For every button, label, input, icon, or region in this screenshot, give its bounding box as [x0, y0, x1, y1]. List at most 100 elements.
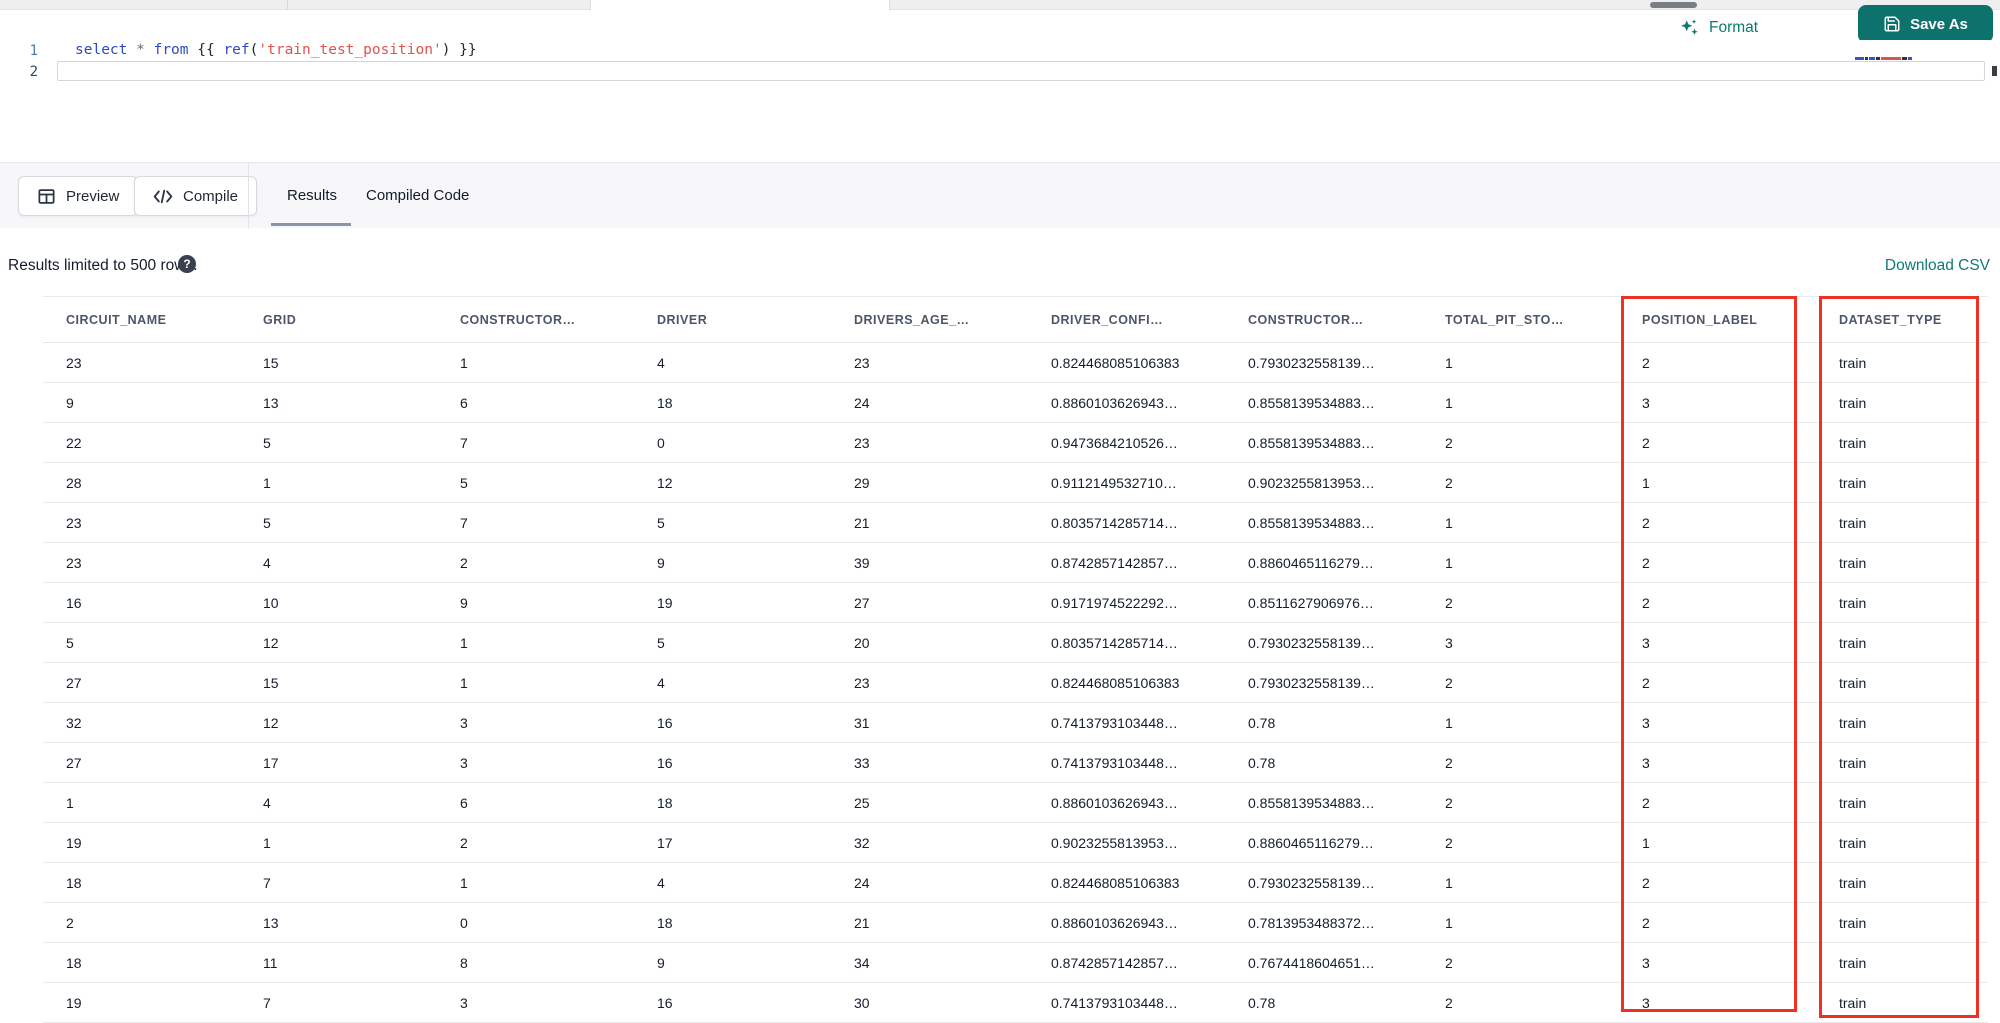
code-token: ref: [223, 42, 250, 58]
table-cell: 20: [831, 622, 1028, 663]
results-limit-note: Results limited to 500 rows.: [8, 257, 198, 274]
table-cell: 30: [831, 982, 1028, 1023]
table-cell: 10: [240, 582, 437, 623]
toolbar-divider: [248, 163, 249, 229]
table-cell: 5: [437, 462, 634, 503]
save-as-button[interactable]: Save As: [1858, 5, 1993, 43]
active-line-highlight: [57, 61, 1985, 81]
table-cell: 1: [1422, 542, 1619, 583]
table-cell: 3: [437, 742, 634, 783]
table-cell: 2: [1422, 942, 1619, 983]
table-row: 1 4 6 18 25 0.8860103626943… 0.8558139534883… 2…: [43, 782, 1988, 823]
tab-results[interactable]: Results: [287, 163, 337, 227]
code-line[interactable]: select * from {{ ref('train_test_positio…: [75, 42, 477, 58]
table-cell: 18: [43, 862, 240, 903]
table-cell: 16: [43, 582, 240, 623]
table-cell: 0: [634, 422, 831, 463]
table-cell: 0.7930232558139…: [1225, 342, 1422, 383]
code-token: 'train_test_position': [258, 42, 442, 58]
table-cell: 23: [831, 342, 1028, 383]
table-cell: 2: [1619, 902, 1816, 943]
help-icon[interactable]: ?: [178, 255, 196, 273]
active-file-tab[interactable]: [590, 0, 890, 10]
table-cell: 1: [1619, 822, 1816, 863]
line-number-2: 2: [29, 64, 38, 80]
table-cell: 7: [437, 422, 634, 463]
table-cell: 1: [437, 862, 634, 903]
table-cell: 0.824468085106383: [1028, 862, 1225, 903]
table-cell: 0.8860103626943…: [1028, 782, 1225, 823]
results-table-container: CIRCUIT_NAME GRID CONSTRUCTOR… DRIVER DRIVER…: [43, 296, 1988, 1023]
table-cell: 12: [634, 462, 831, 503]
column-header: CIRCUIT_NAME: [43, 296, 240, 343]
active-tab-indicator: [271, 223, 351, 226]
table-cell: 1: [1422, 382, 1619, 423]
table-cell: 2: [1422, 662, 1619, 703]
table-cell: 9: [634, 942, 831, 983]
table-cell: 31: [831, 702, 1028, 743]
table-cell: 0.7413793103448…: [1028, 982, 1225, 1023]
table-cell: 2: [1422, 582, 1619, 623]
table-cell: train: [1816, 582, 1988, 623]
table-cell: 1: [1422, 502, 1619, 543]
column-header: GRID: [240, 296, 437, 343]
tab-compiled-code[interactable]: Compiled Code: [366, 163, 469, 227]
table-cell: 16: [634, 982, 831, 1023]
table-cell: 0.8035714285714…: [1028, 622, 1225, 663]
table-cell: 32: [43, 702, 240, 743]
table-row: 2 13 0 18 21 0.8860103626943… 0.7813953488372……: [43, 902, 1988, 943]
results-action-bar: Preview Compile Results Compiled Code: [0, 162, 2000, 229]
table-grid-icon: [37, 187, 56, 206]
table-body: 23 15 1 4 23 0.824468085106383 0.7930232558139…: [43, 342, 1988, 1023]
preview-button[interactable]: Preview: [18, 176, 139, 216]
table-cell: 2: [43, 902, 240, 943]
tab-strip-scroll-thumb[interactable]: [1650, 2, 1697, 8]
compile-button[interactable]: Compile: [134, 176, 258, 216]
table-cell: 17: [634, 822, 831, 863]
table-cell: 3: [1619, 742, 1816, 783]
code-token: from: [153, 42, 189, 58]
table-cell: 2: [1619, 862, 1816, 903]
table-cell: 0.8558139534883…: [1225, 782, 1422, 823]
table-cell: 16: [634, 702, 831, 743]
table-cell: train: [1816, 782, 1988, 823]
table-cell: 0.8860465116279…: [1225, 822, 1422, 863]
table-cell: 1: [240, 462, 437, 503]
download-csv-link[interactable]: Download CSV: [1885, 257, 1990, 275]
table-cell: train: [1816, 982, 1988, 1023]
table-cell: 2: [437, 822, 634, 863]
results-table: CIRCUIT_NAME GRID CONSTRUCTOR… DRIVER DRIVER…: [43, 296, 1988, 1023]
table-cell: 0: [437, 902, 634, 943]
table-cell: 0.8035714285714…: [1028, 502, 1225, 543]
table-cell: 1: [437, 342, 634, 383]
table-cell: 0.78: [1225, 702, 1422, 743]
table-cell: train: [1816, 662, 1988, 703]
column-header: DRIVER_CONFI…: [1028, 296, 1225, 343]
table-cell: 0.9171974522292…: [1028, 582, 1225, 623]
table-row: 27 17 3 16 33 0.7413793103448… 0.78 2 3 train: [43, 742, 1988, 783]
table-row: 28 1 5 12 29 0.9112149532710… 0.9023255813953……: [43, 462, 1988, 503]
table-cell: 23: [831, 662, 1028, 703]
table-cell: 24: [831, 862, 1028, 903]
table-cell: 0.8511627906976…: [1225, 582, 1422, 623]
column-header: DRIVER: [634, 296, 831, 343]
code-token: select: [75, 42, 128, 58]
sql-editor[interactable]: 1 2 select * from {{ ref('train_test_pos…: [0, 40, 2000, 162]
table-cell: 6: [437, 782, 634, 823]
save-icon: [1883, 15, 1901, 33]
table-cell: 9: [43, 382, 240, 423]
table-cell: 0.7930232558139…: [1225, 662, 1422, 703]
table-cell: 0.8860103626943…: [1028, 902, 1225, 943]
table-cell: 1: [437, 662, 634, 703]
table-cell: 21: [831, 502, 1028, 543]
table-cell: 2: [1619, 782, 1816, 823]
table-cell: train: [1816, 742, 1988, 783]
table-row: 5 12 1 5 20 0.8035714285714… 0.7930232558139… 3…: [43, 622, 1988, 663]
table-cell: train: [1816, 862, 1988, 903]
editor-scrollbar[interactable]: [1992, 66, 1997, 76]
table-cell: 18: [634, 902, 831, 943]
preview-label: Preview: [66, 187, 120, 205]
column-header: CONSTRUCTOR…: [1225, 296, 1422, 343]
table-cell: 2: [1619, 582, 1816, 623]
